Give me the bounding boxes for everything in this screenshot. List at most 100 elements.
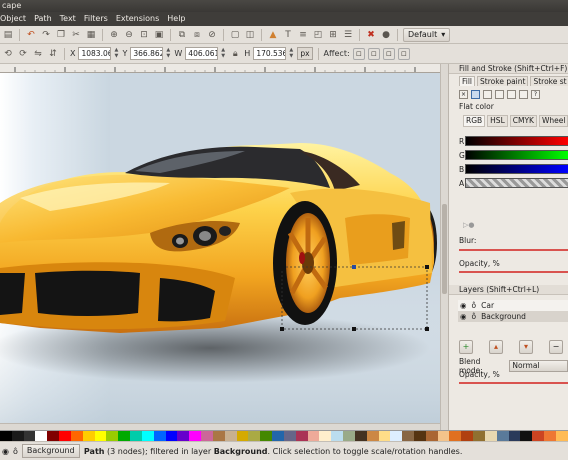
ungroup-icon[interactable]: ◫ bbox=[244, 29, 256, 41]
undo-icon[interactable]: ↶ bbox=[25, 29, 37, 41]
paste-icon[interactable]: ▦ bbox=[85, 29, 97, 41]
palette-swatch[interactable] bbox=[461, 431, 474, 441]
print-icon[interactable]: ▤ bbox=[2, 29, 14, 41]
preferences-icon[interactable]: ☰ bbox=[342, 29, 354, 41]
menu-extensions[interactable]: Extensions bbox=[116, 12, 159, 26]
add-layer-icon[interactable]: + bbox=[459, 340, 473, 354]
affect-corners-icon[interactable]: ▫ bbox=[367, 47, 380, 60]
palette-swatch[interactable] bbox=[189, 431, 202, 441]
menu-path[interactable]: Path bbox=[34, 12, 52, 26]
menu-filters[interactable]: Filters bbox=[84, 12, 108, 26]
palette-swatch[interactable] bbox=[224, 431, 237, 441]
align-icon[interactable]: ⊞ bbox=[327, 29, 339, 41]
palette-swatch[interactable] bbox=[343, 431, 355, 441]
palette-swatch[interactable] bbox=[165, 431, 178, 441]
palette-swatch[interactable] bbox=[413, 431, 426, 441]
zoom-icon[interactable]: ⊕ bbox=[108, 29, 120, 41]
w-spinner[interactable]: ▲ ▼ bbox=[221, 48, 226, 59]
palette-swatch[interactable] bbox=[59, 431, 71, 441]
y-field[interactable]: 366.862 bbox=[130, 47, 164, 60]
tab-stroke-paint[interactable]: Stroke paint bbox=[477, 76, 529, 86]
h-spinner[interactable]: ▲ ▼ bbox=[289, 48, 294, 59]
channel-a-slider[interactable] bbox=[465, 178, 568, 188]
blur-slider[interactable] bbox=[459, 249, 568, 251]
palette-swatch[interactable] bbox=[319, 431, 332, 441]
palette-swatch[interactable] bbox=[496, 431, 509, 441]
zoom-page-icon[interactable]: ▣ bbox=[153, 29, 165, 41]
palette-swatch[interactable] bbox=[378, 431, 391, 441]
layers-icon[interactable]: ≡ bbox=[297, 29, 309, 41]
affect-gradient-icon[interactable]: ▫ bbox=[382, 47, 395, 60]
palette-swatch[interactable] bbox=[544, 431, 556, 441]
unlink-icon[interactable]: ⊘ bbox=[206, 29, 218, 41]
tab-wheel[interactable]: Wheel bbox=[538, 115, 568, 127]
raise-layer-icon[interactable]: ▴ bbox=[489, 340, 503, 354]
linear-icon[interactable] bbox=[483, 90, 492, 99]
palette-swatch[interactable] bbox=[272, 431, 284, 441]
current-layer-select[interactable]: Background bbox=[21, 444, 80, 458]
channel-r-slider[interactable] bbox=[465, 136, 568, 146]
palette-swatch[interactable] bbox=[70, 431, 83, 441]
flip-v-icon[interactable]: ⇵ bbox=[47, 48, 59, 60]
vertical-scroll-thumb[interactable] bbox=[442, 204, 447, 294]
remove-layer-icon[interactable]: − bbox=[549, 340, 563, 354]
palette-swatch[interactable] bbox=[153, 431, 166, 441]
palette-swatch[interactable] bbox=[532, 431, 545, 441]
palette-swatch[interactable] bbox=[295, 431, 308, 441]
affect-pattern-icon[interactable]: ▫ bbox=[397, 47, 410, 60]
layers-title[interactable]: Layers (Shift+Ctrl+L) bbox=[449, 285, 568, 295]
layer-opacity-slider[interactable] bbox=[459, 382, 568, 384]
cut-icon[interactable]: ✂ bbox=[70, 29, 82, 41]
palette-swatch[interactable] bbox=[331, 431, 344, 441]
palette-swatch[interactable] bbox=[82, 431, 95, 441]
vertical-scrollbar[interactable] bbox=[440, 64, 448, 430]
palette-swatch[interactable] bbox=[449, 431, 462, 441]
palette-swatch[interactable] bbox=[555, 431, 568, 441]
palette-swatch[interactable] bbox=[130, 431, 142, 441]
eye-icon[interactable]: ◉ bbox=[2, 447, 9, 456]
x-spinner[interactable]: ▲ ▼ bbox=[114, 48, 119, 59]
zoom-fit-icon[interactable]: ⊡ bbox=[138, 29, 150, 41]
swatch-icon[interactable] bbox=[519, 90, 528, 99]
eye-icon[interactable]: ◉ bbox=[460, 300, 467, 311]
unset-icon[interactable]: ? bbox=[531, 90, 540, 99]
blend-select[interactable]: Normal bbox=[509, 360, 568, 372]
drawing-canvas[interactable] bbox=[0, 73, 440, 423]
tab-hsl[interactable]: HSL bbox=[487, 115, 508, 127]
palette-swatch[interactable] bbox=[248, 431, 261, 441]
menu-text[interactable]: Text bbox=[60, 12, 76, 26]
lock-icon[interactable]: 🔒︎ bbox=[229, 48, 241, 60]
duplicate-icon[interactable]: ⧉ bbox=[176, 29, 188, 41]
radial-icon[interactable] bbox=[495, 90, 504, 99]
zoom-out-icon[interactable]: ⊖ bbox=[123, 29, 135, 41]
text-icon[interactable]: T bbox=[282, 29, 294, 41]
palette-swatch[interactable] bbox=[118, 431, 131, 441]
palette-swatch[interactable] bbox=[473, 431, 485, 441]
lower-layer-icon[interactable]: ▾ bbox=[519, 340, 533, 354]
fill-stroke-icon[interactable]: ▲ bbox=[267, 29, 279, 41]
palette-swatch[interactable] bbox=[141, 431, 154, 441]
palette-swatch[interactable] bbox=[402, 431, 414, 441]
menu-object[interactable]: Object bbox=[0, 12, 26, 26]
palette-swatch[interactable] bbox=[47, 431, 60, 441]
menu-help[interactable]: Help bbox=[167, 12, 185, 26]
xml-editor-icon[interactable]: ◰ bbox=[312, 29, 324, 41]
palette-swatch[interactable] bbox=[0, 431, 12, 441]
palette-swatch[interactable] bbox=[236, 431, 249, 441]
fill-stroke-title[interactable]: Fill and Stroke (Shift+Ctrl+F) bbox=[449, 64, 568, 74]
lock-open-icon[interactable]: ô bbox=[472, 300, 477, 311]
rotate-cw-icon[interactable]: ⟳ bbox=[17, 48, 29, 60]
palette-swatch[interactable] bbox=[260, 431, 273, 441]
h-field[interactable]: 170.536 bbox=[253, 47, 287, 60]
flat-icon[interactable] bbox=[471, 90, 480, 99]
flip-h-icon[interactable]: ⇋ bbox=[32, 48, 44, 60]
channel-b-slider[interactable] bbox=[465, 164, 568, 174]
clone-icon[interactable]: ⧈ bbox=[191, 29, 203, 41]
tools-icon[interactable]: ✖ bbox=[365, 29, 377, 41]
x-field[interactable]: 1083.06 bbox=[78, 47, 112, 60]
palette-swatch[interactable] bbox=[484, 431, 497, 441]
none-icon[interactable]: × bbox=[459, 90, 468, 99]
horizontal-scrollbar[interactable] bbox=[0, 423, 440, 430]
palette-swatch[interactable] bbox=[437, 431, 450, 441]
palette-swatch[interactable] bbox=[106, 431, 119, 441]
